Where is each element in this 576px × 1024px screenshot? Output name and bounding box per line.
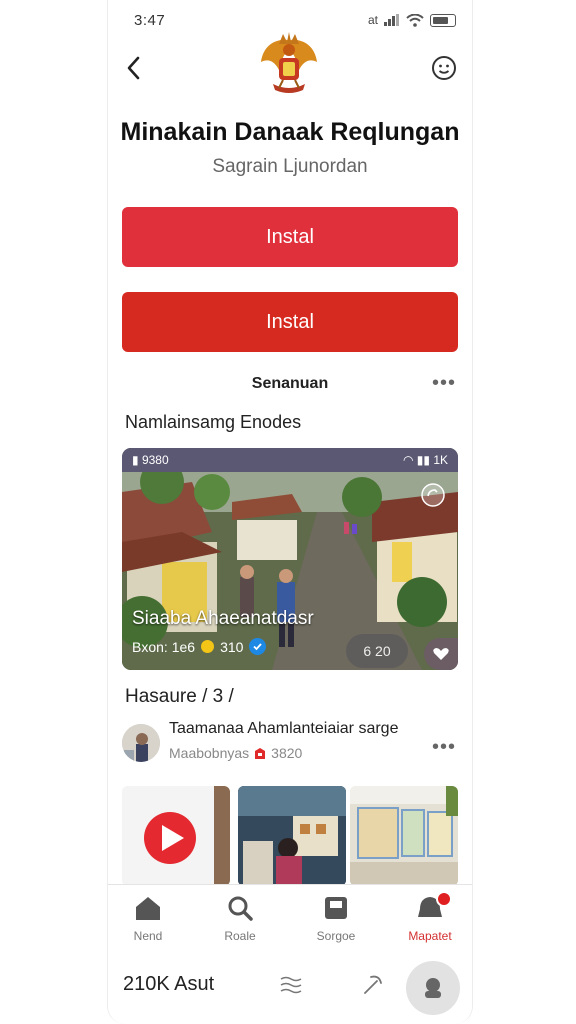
section-label: Senanuan xyxy=(251,375,329,392)
signal-text: at xyxy=(367,13,378,27)
section-heading: Namlainsamg Enodes xyxy=(125,412,302,432)
bottom-navigation: Nend Roale Sorgoe Mapatet xyxy=(108,884,472,961)
card-caption: Siaaba Ahaeanatdasr xyxy=(132,608,314,629)
red-badge-icon xyxy=(255,747,266,759)
share-button[interactable] xyxy=(358,970,388,1000)
heart-icon xyxy=(433,648,449,660)
nav-item-notifications[interactable]: Mapatet xyxy=(390,891,470,943)
thumbnail-classroom-photo[interactable] xyxy=(238,786,346,886)
page-subtitle: Sagrain Ljunordan xyxy=(212,156,368,177)
status-time: 3:47 xyxy=(134,12,166,29)
wifi-icon xyxy=(406,13,424,27)
nav-item-library[interactable]: Sorgoe xyxy=(296,893,376,943)
post-more-icon[interactable]: ••• xyxy=(432,737,456,757)
footer-count: 210K Asut xyxy=(123,973,215,995)
play-icon xyxy=(122,786,230,886)
feedback-button[interactable] xyxy=(428,52,460,84)
wavy-lines-icon xyxy=(280,976,302,994)
featured-video-card[interactable]: ▮ 9380 ◠ ▮▮ 1K Siaaba Ahaeanatdasr Bxon:… xyxy=(122,448,458,670)
signal-icon xyxy=(384,14,399,26)
post-meta-count: 3820 xyxy=(271,745,303,761)
arrow-icon xyxy=(364,975,382,994)
card-status-value: 9380 xyxy=(141,453,169,467)
back-button[interactable] xyxy=(118,50,148,86)
battery-icon xyxy=(430,13,456,27)
post-author-meta: Maabobnyas 3820 xyxy=(169,745,302,761)
search-icon xyxy=(228,896,253,921)
nav-label-notifications: Mapatet xyxy=(408,929,452,943)
notification-badge xyxy=(436,891,452,907)
card-status-right: ◠ ▮▮ 1K xyxy=(402,453,448,467)
garuda-emblem-logo xyxy=(257,30,321,98)
box-icon xyxy=(325,897,347,919)
card-meta: Bxon: 1e6 310 xyxy=(132,638,267,655)
smiley-icon xyxy=(432,56,456,80)
nav-item-search[interactable]: Roale xyxy=(200,893,280,943)
footer-bar: 210K Asut xyxy=(108,960,472,1015)
thumbnail-video[interactable] xyxy=(122,786,230,886)
refresh-icon[interactable] xyxy=(420,482,446,508)
card-meta-text: Bxon: 1e6 xyxy=(132,638,196,655)
coin-count: 310 xyxy=(220,638,244,655)
card-status-left: ▮ 9380 xyxy=(132,453,169,467)
card-status-right-value: 1K xyxy=(433,453,448,467)
page-title: Minakain Danaak Reqlungan xyxy=(120,118,460,146)
phone-screen: 3:47 at Minakain Danaak Reqlungan Sagrai… xyxy=(107,0,473,1024)
card-status-bar: ▮ 9380 ◠ ▮▮ 1K xyxy=(122,448,458,472)
view-count-pill[interactable]: 6 20 xyxy=(346,634,408,668)
verified-check-icon xyxy=(249,638,267,655)
nav-label-library: Sorgoe xyxy=(316,929,356,943)
profile-button[interactable] xyxy=(406,961,460,1015)
coin-icon xyxy=(201,640,215,653)
install-button[interactable]: Instal xyxy=(122,207,458,267)
menu-button[interactable] xyxy=(276,970,306,1000)
nav-item-home[interactable]: Nend xyxy=(108,893,188,943)
status-icons: at xyxy=(368,13,456,27)
post-author-name[interactable]: Taamanaa Ahamlanteiaiar sarge xyxy=(169,720,398,738)
user-icon xyxy=(425,978,441,998)
avatar[interactable] xyxy=(122,724,160,762)
like-button[interactable] xyxy=(424,638,458,670)
pagination-label: Hasaure / 3 / xyxy=(125,686,234,707)
install-button-secondary[interactable]: Instal xyxy=(122,292,458,352)
thumbnail-exhibit-photo[interactable] xyxy=(350,786,458,886)
status-bar: 3:47 at xyxy=(108,8,472,32)
chevron-left-icon xyxy=(127,56,140,80)
more-options-icon[interactable]: ••• xyxy=(432,373,456,393)
nav-label-search: Roale xyxy=(224,929,256,943)
nav-label-home: Nend xyxy=(133,929,163,943)
home-icon xyxy=(136,897,160,920)
post-meta-text: Maabobnyas xyxy=(169,745,250,761)
